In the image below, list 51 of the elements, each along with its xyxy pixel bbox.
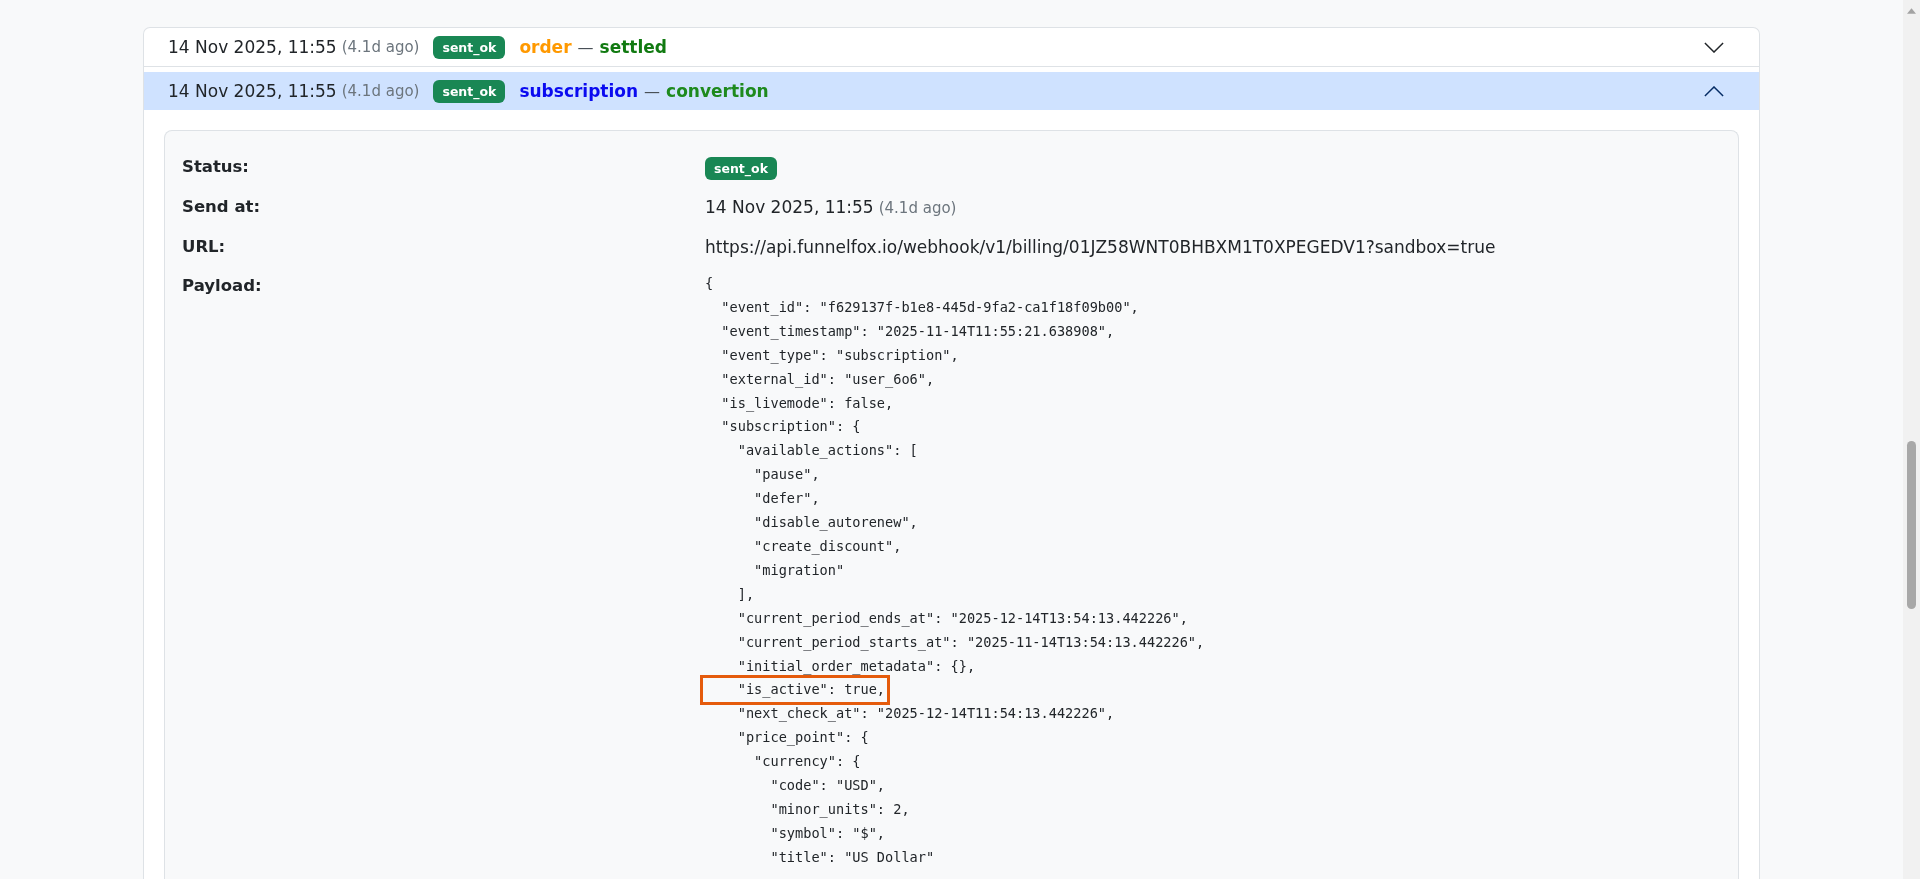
event-object: subscription (519, 81, 639, 101)
separator: — (577, 37, 594, 57)
relative-time: (4.1d ago) (878, 199, 957, 217)
field-label: Status: (182, 156, 250, 178)
code-line: "create_discount", (753, 536, 903, 557)
chevron-up-icon[interactable] (1704, 85, 1724, 97)
send-time: 14 Nov 2025, 11:55 (705, 197, 874, 217)
code-line: "currency": { (753, 752, 862, 772)
code-line: "event_timestamp": "2025-11-14T11:55:21.638908", (720, 321, 1116, 342)
code-line: "current_period_ends_at": "2025-12-14T13:54:13.442226", (736, 608, 1189, 629)
code-line: "external_id": "user_6o6", (720, 369, 936, 390)
event-time: 14 Nov 2025, 11:55 (168, 37, 337, 57)
code-line: "is_livemode": false, (720, 393, 895, 414)
status-badge: sent_ok (705, 157, 777, 180)
field-label: URL: (182, 236, 227, 258)
code-line: { (704, 274, 715, 293)
code-line: ], (736, 584, 756, 604)
scrollbar[interactable] (1903, 0, 1920, 879)
code-line: "price_point": { (736, 728, 870, 748)
code-line: "title": "US Dollar" (769, 847, 936, 867)
event-type: convertion (666, 81, 769, 101)
code-line: "event_type": "subscription", (720, 345, 960, 366)
event-object: order (519, 37, 572, 57)
code-line: "current_period_starts_at": "2025-11-14T13:54:13.442226", (736, 632, 1206, 653)
event-type: settled (599, 37, 667, 57)
code-line: "pause", (753, 465, 821, 485)
code-line: "initial_order_metadata": {}, (736, 656, 977, 677)
code-line: "subscription": { (720, 417, 862, 437)
code-line: "code": "USD", (769, 776, 887, 796)
code-line: "migration" (753, 560, 846, 580)
relative-time: (4.1d ago) (341, 82, 420, 100)
event-row[interactable]: 14 Nov 2025, 11:55 (4.1d ago) sent_ok subscription — convertion (144, 72, 1759, 110)
event-time: 14 Nov 2025, 11:55 (168, 81, 337, 101)
field-label: Payload: (182, 275, 263, 297)
code-line: "event_id": "f629137f-b1e8-445d-9fa2-ca1f18f09b00", (720, 297, 1140, 318)
event-row[interactable]: 14 Nov 2025, 11:55 (4.1d ago) sent_ok order — settled (144, 28, 1759, 67)
scroll-up-icon[interactable] (1907, 8, 1916, 14)
code-line: "minor_units": 2, (769, 799, 911, 820)
separator: — (644, 81, 661, 101)
code-line: "symbol": "$", (769, 823, 887, 843)
status-badge: sent_ok (433, 35, 506, 59)
status-badge: sent_ok (433, 79, 506, 103)
chevron-down-icon[interactable] (1704, 41, 1724, 53)
url-text: https://api.funnelfox.io/webhook/v1/billing/01JZ58WNT0BHBXM1T0XPEGEDV1?sandbox=true (705, 237, 1496, 257)
code-line: "disable_autorenew", (753, 513, 919, 533)
code-line: "available_actions": [ (736, 441, 919, 461)
code-line: "defer", (753, 489, 821, 509)
field-label: Send at: (182, 196, 261, 218)
relative-time: (4.1d ago) (341, 38, 420, 56)
scrollbar-thumb[interactable] (1907, 441, 1916, 609)
code-line: "next_check_at": "2025-12-14T11:54:13.442226", (736, 704, 1116, 724)
